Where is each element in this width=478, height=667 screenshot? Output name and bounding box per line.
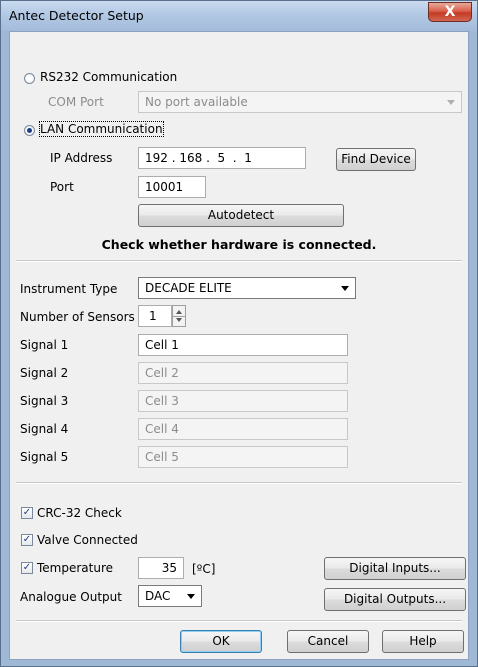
analogue-output-select[interactable]: DAC (138, 585, 202, 607)
signal-5-label: Signal 5 (20, 450, 69, 464)
checkmark-icon: ✓ (22, 534, 32, 545)
temperature-label[interactable]: Temperature (37, 561, 113, 575)
crc-label[interactable]: CRC-32 Check (37, 506, 122, 520)
sensors-input[interactable]: 1 (138, 305, 172, 327)
instrument-type-value: DECADE ELITE (145, 281, 232, 295)
port-label: Port (50, 180, 74, 194)
chevron-down-icon[interactable] (176, 318, 182, 322)
com-port-label: COM Port (48, 95, 104, 109)
signal-1-input[interactable]: Cell 1 (138, 334, 348, 356)
analogue-output-value: DAC (145, 589, 171, 603)
ip-address-input[interactable]: 192 . 168 . 5 . 1 (138, 147, 306, 169)
port-input[interactable]: 10001 (138, 176, 206, 198)
ok-button[interactable]: OK (180, 630, 262, 653)
chevron-down-icon (341, 286, 349, 291)
signal-4-label: Signal 4 (20, 422, 69, 436)
ip-address-label: IP Address (50, 151, 113, 165)
autodetect-label: Autodetect (207, 208, 275, 222)
dialog-body: RS232 Communication COM Port No port ava… (9, 31, 469, 660)
signal-1-label: Signal 1 (20, 338, 69, 352)
signal-4-input[interactable]: Cell 4 (138, 418, 348, 440)
close-button[interactable]: X (428, 2, 472, 22)
crc-checkbox[interactable]: ✓ (21, 507, 33, 519)
help-button[interactable]: Help (382, 630, 464, 653)
lan-radio[interactable] (24, 125, 35, 136)
sensors-label: Number of Sensors (20, 310, 135, 324)
digital-inputs-button[interactable]: Digital Inputs... (324, 557, 466, 580)
sensors-stepper[interactable] (172, 305, 186, 327)
title-bar[interactable]: Antec Detector Setup X (1, 1, 477, 31)
com-port-value: No port available (145, 95, 248, 109)
checkmark-icon: ✓ (22, 562, 32, 573)
close-icon: X (444, 4, 456, 20)
chevron-down-icon (447, 100, 455, 105)
temperature-checkbox[interactable]: ✓ (21, 562, 33, 574)
divider (16, 260, 462, 262)
window-title: Antec Detector Setup (9, 8, 144, 23)
digital-outputs-button[interactable]: Digital Outputs... (324, 588, 466, 611)
checkmark-icon: ✓ (22, 507, 32, 518)
status-message: Check whether hardware is connected. (101, 237, 377, 252)
instrument-type-label: Instrument Type (20, 282, 118, 296)
signal-3-input[interactable]: Cell 3 (138, 390, 348, 412)
com-port-select[interactable]: No port available (138, 91, 462, 113)
chevron-up-icon[interactable] (176, 310, 182, 314)
signal-3-label: Signal 3 (20, 394, 69, 408)
dialog-window: Antec Detector Setup X RS232 Communicati… (0, 0, 478, 667)
temperature-unit: [ºC] (192, 562, 216, 576)
find-device-button[interactable]: Find Device (336, 148, 416, 171)
signal-2-label: Signal 2 (20, 366, 69, 380)
divider (16, 620, 462, 622)
rs232-radio[interactable] (24, 73, 35, 84)
rs232-label[interactable]: RS232 Communication (40, 70, 177, 84)
temperature-input[interactable]: 35 (138, 557, 184, 579)
instrument-type-select[interactable]: DECADE ELITE (138, 277, 356, 299)
analogue-output-label: Analogue Output (20, 590, 122, 604)
divider (16, 482, 462, 484)
valve-label[interactable]: Valve Connected (37, 533, 138, 547)
chevron-down-icon (187, 594, 195, 599)
valve-checkbox[interactable]: ✓ (21, 534, 33, 546)
lan-label[interactable]: LAN Communication (39, 121, 164, 137)
cancel-button[interactable]: Cancel (287, 630, 369, 653)
autodetect-button[interactable]: Autodetect (138, 204, 344, 227)
signal-5-input[interactable]: Cell 5 (138, 446, 348, 468)
signal-2-input[interactable]: Cell 2 (138, 362, 348, 384)
